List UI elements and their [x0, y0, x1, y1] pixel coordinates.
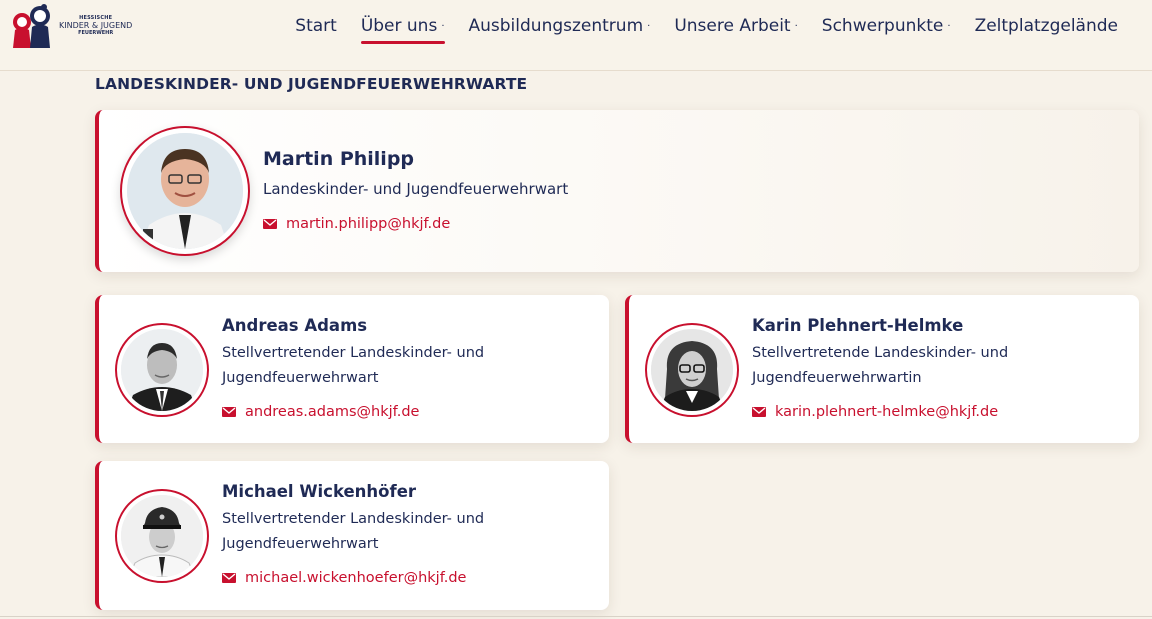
avatar-photo [127, 133, 243, 249]
nav-item-unsere-arbeit[interactable]: Unsere Arbeit · [662, 14, 809, 44]
email-link[interactable]: karin.plehnert-helmke@hkjf.de [752, 404, 998, 420]
nav-dropdown-caret-icon: · [647, 21, 651, 32]
nav-item-schwerpunkte[interactable]: Schwerpunkte · [810, 14, 963, 44]
person-name: Michael Wickenhöfer [222, 482, 417, 501]
site-header: HESSISCHE KINDER & JUGEND FEUERWEHR Star… [0, 0, 1152, 71]
person-role: Stellvertretender Landeskinder- und Juge… [222, 511, 485, 552]
main-navigation: Start Über uns · Ausbildungszentrum · Unse… [283, 14, 1130, 44]
divider [0, 616, 1152, 617]
avatar-photo [121, 329, 203, 411]
email-link[interactable]: michael.wickenhoefer@hkjf.de [222, 570, 466, 586]
nav-item-ausbildungszentrum[interactable]: Ausbildungszentrum · [457, 14, 663, 44]
person-photo-icon [651, 329, 733, 411]
avatar [120, 126, 250, 256]
nav-dropdown-caret-icon: · [947, 21, 951, 32]
person-name: Martin Philipp [263, 148, 415, 170]
nav-item-start[interactable]: Start [283, 14, 349, 44]
logo-line-3: FEUERWEHR [78, 30, 114, 36]
mail-icon [752, 407, 766, 417]
mail-icon [263, 219, 277, 229]
person-name: Andreas Adams [222, 316, 368, 335]
mail-icon [222, 407, 236, 417]
avatar [115, 323, 209, 417]
person-role: Stellvertretende Landeskinder- und Jugen… [752, 345, 1009, 386]
logo-figures-icon [13, 4, 50, 48]
logo-line-2: KINDER & JUGEND [59, 21, 133, 30]
person-card: Michael Wickenhöfer Stellvertretender La… [95, 461, 609, 610]
person-name: Karin Plehnert-Helmke [752, 316, 964, 335]
person-role: Landeskinder- und Jugendfeuerwehrwart [263, 180, 569, 198]
mail-icon [222, 573, 236, 583]
avatar-photo [121, 495, 203, 577]
person-card: Karin Plehnert-Helmke Stellvertretende L… [625, 295, 1139, 443]
nav-item-ueber-uns[interactable]: Über uns · [349, 14, 457, 44]
nav-dropdown-caret-icon: · [441, 21, 445, 32]
avatar-photo [651, 329, 733, 411]
nav-dropdown-caret-icon: · [794, 21, 798, 32]
site-logo[interactable]: HESSISCHE KINDER & JUGEND FEUERWEHR [10, 2, 140, 50]
person-photo-icon [121, 329, 203, 411]
person-photo-icon [121, 495, 203, 577]
email-link[interactable]: andreas.adams@hkjf.de [222, 404, 419, 420]
section-title: LANDESKINDER- UND JUGENDFEUERWEHRWARTE [95, 75, 528, 93]
person-role: Stellvertretender Landeskinder- und Juge… [222, 345, 485, 386]
avatar [115, 489, 209, 583]
nav-item-zeltplatzgelaende[interactable]: Zeltplatzgelände [963, 14, 1130, 44]
email-link[interactable]: martin.philipp@hkjf.de [263, 216, 450, 232]
person-card: Andreas Adams Stellvertretender Landeski… [95, 295, 609, 443]
person-photo-icon [127, 133, 243, 249]
person-card-primary: Martin Philipp Landeskinder- und Jugendf… [95, 110, 1139, 272]
avatar [645, 323, 739, 417]
